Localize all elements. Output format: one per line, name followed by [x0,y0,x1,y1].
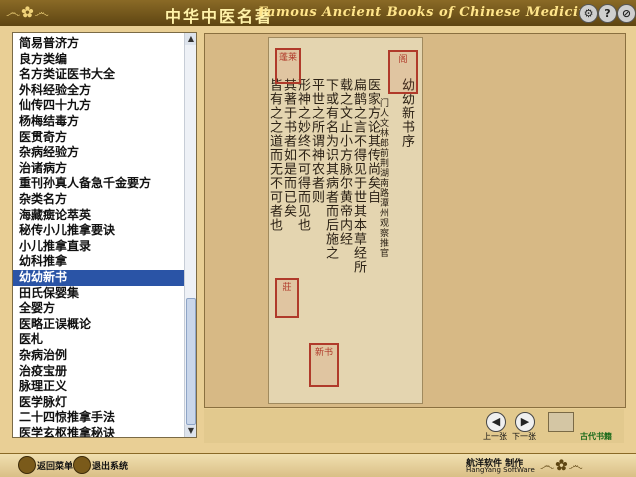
prev-page-button[interactable]: ◀ [486,412,506,432]
exit-button[interactable]: 退出系统 [92,459,128,472]
book-list[interactable]: 简易普济方 良方类编 名方类证医书大全 外科经验全方 仙传四十九方 杨梅结毒方 医贯奇方 杂病… [12,32,197,438]
book-list-item[interactable]: 治疫宝册 [13,364,190,380]
book-gallery-icon[interactable] [548,412,574,432]
book-list-item[interactable]: 杨梅结毒方 [13,114,190,130]
app-title-english: Famous Ancient Books of Chinese Medicine [258,5,598,20]
book-list-item[interactable]: 小儿推拿直录 [13,239,190,255]
book-list-item[interactable]: 幼科推拿 [13,254,190,270]
close-icon[interactable]: ⊘ [617,4,636,23]
red-seal: 蓬莱 [275,48,301,84]
book-list-item[interactable]: 全婴方 [13,301,190,317]
red-seal: 阁 [388,50,418,94]
book-list-item[interactable]: 医学脉灯 [13,395,190,411]
exit-icon[interactable] [73,456,91,474]
book-list-item[interactable]: 二十四惊推拿手法 [13,410,190,426]
book-list-item[interactable]: 杂类名方 [13,192,190,208]
book-list-item[interactable]: 名方类证医书大全 [13,67,190,83]
book-list-item[interactable]: 仙传四十九方 [13,98,190,114]
book-list-item[interactable]: 杂病治例 [13,348,190,364]
book-list-item[interactable]: 幼幼新书 [13,270,190,286]
return-menu-button[interactable]: 返回菜单 [37,459,73,472]
book-list-item[interactable]: 脉理正义 [13,379,190,395]
list-scrollbar[interactable]: ▲ ▼ [184,33,196,437]
page-text-column: 皆有之之道而无不可者也 [268,78,282,232]
right-ornament: ෴✿෴ [540,456,584,474]
gallery-label[interactable]: 古代书籍 [580,431,612,442]
prev-page-label: 上一张 [483,432,507,441]
book-list-item[interactable]: 良方类编 [13,52,190,68]
red-seal: 新书 [309,343,339,387]
left-ornament: ෴✿෴ [6,3,50,21]
scroll-up-icon[interactable]: ▲ [185,33,196,45]
red-seal: 莊 [275,278,299,318]
book-list-item[interactable]: 海藏癍论萃英 [13,208,190,224]
book-page-image: 幼幼新书序 门人文林郎前荆湖南路潭州观察推官 医家方论其传尚矣自 扁鹊之言不得见于世其… [268,37,423,404]
app-title-chinese: 中华中医名著 [165,7,274,26]
scroll-down-icon[interactable]: ▼ [185,425,196,437]
book-list-item[interactable]: 医札 [13,332,190,348]
credit-english: HangYang SoftWare [466,466,535,474]
book-list-item[interactable]: 杂病经验方 [13,145,190,161]
settings-icon[interactable]: ⚙ [579,4,598,23]
book-list-item[interactable]: 医贯奇方 [13,130,190,146]
book-list-item[interactable]: 秘传小儿推拿要诀 [13,223,190,239]
book-list-item[interactable]: 简易普济方 [13,36,190,52]
book-list-item[interactable]: 治诸病方 [13,161,190,177]
book-list-item[interactable]: 重刊孙真人备急千金要方 [13,176,190,192]
book-list-item[interactable]: 医学玄枢推拿秘诀 [13,426,190,437]
help-icon[interactable]: ? [598,4,617,23]
title-bar: ෴✿෴ 中华中医名著 Famous Ancient Books of Chine… [0,0,636,27]
return-menu-icon[interactable] [18,456,36,474]
book-list-item[interactable]: 医略正误概论 [13,317,190,333]
scroll-thumb[interactable] [186,298,196,425]
book-list-item[interactable]: 田氏保婴集 [13,286,190,302]
book-list-item[interactable]: 外科经验全方 [13,83,190,99]
next-page-button[interactable]: ▶ [515,412,535,432]
next-page-label: 下一张 [512,432,536,441]
